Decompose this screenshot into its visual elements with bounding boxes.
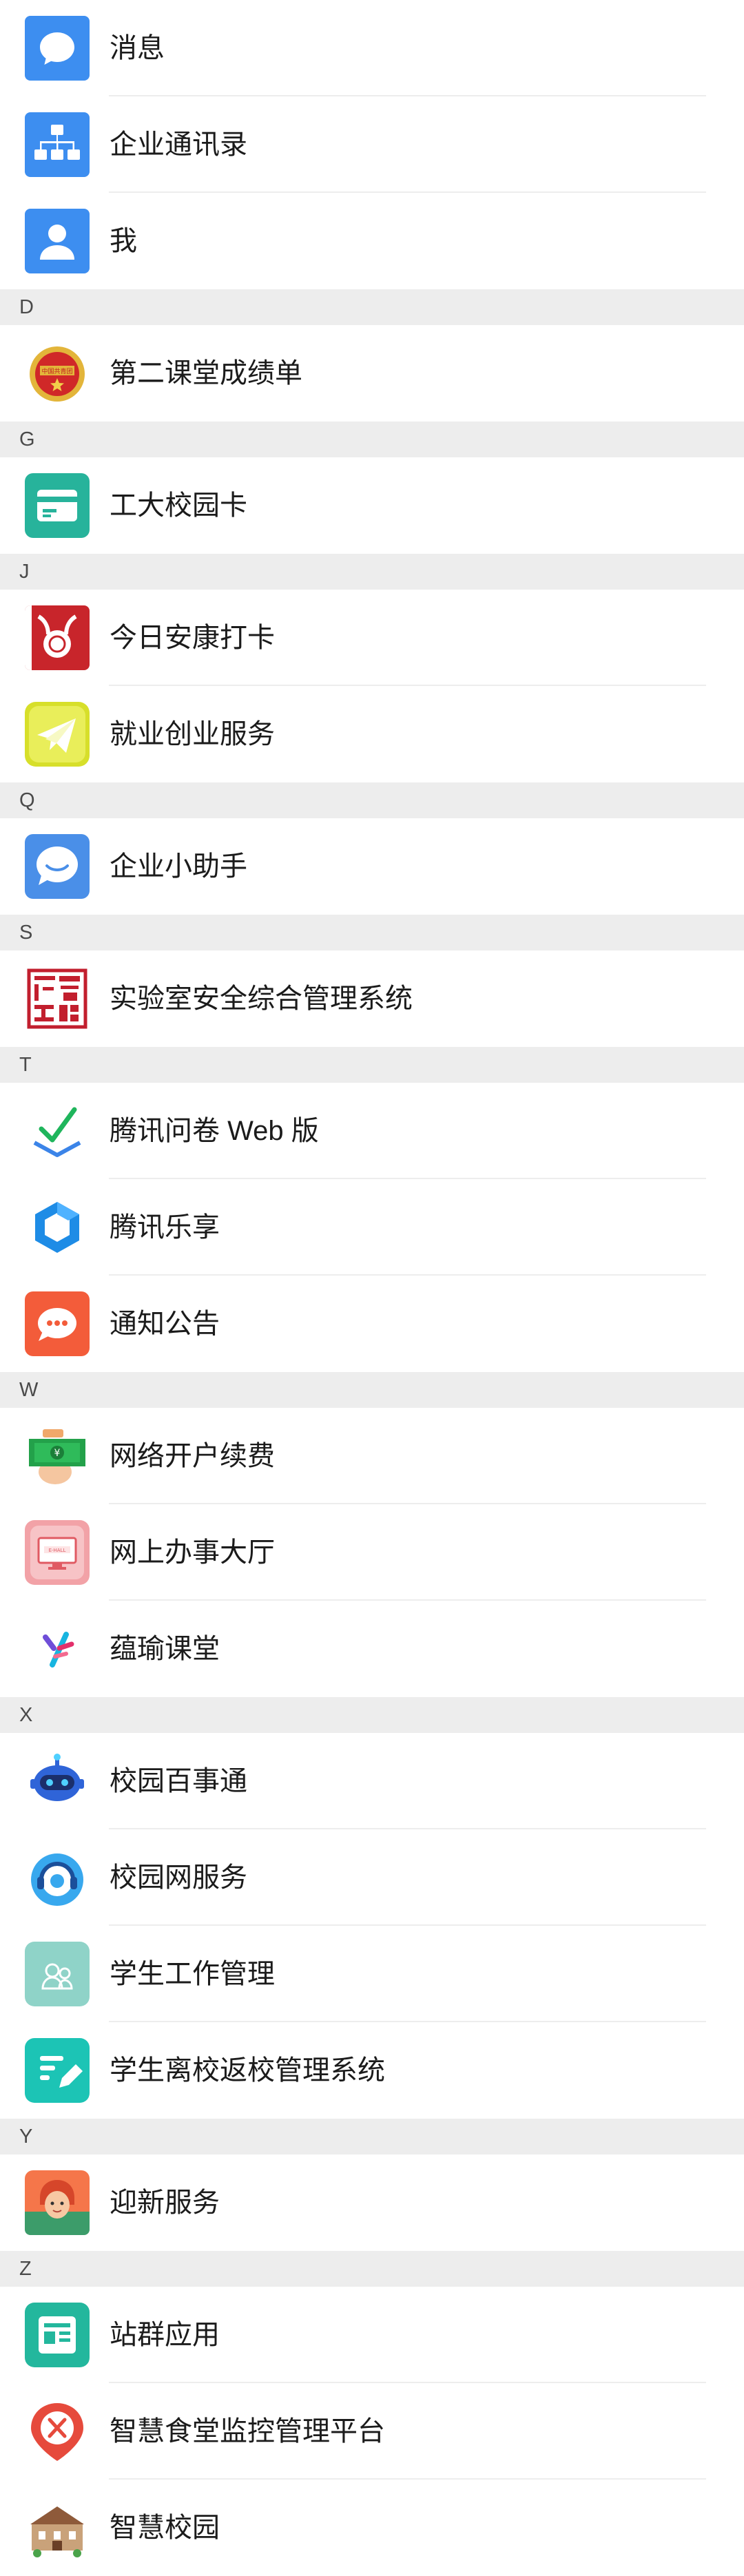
message-icon (25, 16, 90, 81)
canteen-icon (25, 2399, 90, 2464)
app-label: 智慧校园 (110, 2513, 220, 2543)
app-list-item[interactable]: 腾讯问卷 Web 版 (0, 1083, 744, 1179)
section-header: Y (0, 2119, 744, 2154)
svg-text:E-HALL: E-HALL (49, 1548, 66, 1553)
campus-card-icon (25, 473, 90, 538)
app-label: 今日安康打卡 (110, 623, 275, 653)
app-label: 我 (110, 226, 137, 256)
app-label: 第二课堂成绩单 (110, 358, 302, 388)
app-list-item[interactable]: 迎新服务 (0, 2154, 744, 2251)
app-label: 学生离校返校管理系统 (110, 2055, 385, 2086)
app-label: 通知公告 (110, 1309, 220, 1339)
section-header: Q (0, 782, 744, 818)
health-checkin-icon (25, 605, 90, 670)
app-list-item[interactable]: 智慧食堂监控管理平台 (0, 2383, 744, 2480)
app-label: 校园百事通 (110, 1766, 247, 1796)
app-list-item[interactable]: 智慧校园 (0, 2480, 744, 2576)
app-list-item[interactable]: ¥ 网络开户续费 (0, 1408, 744, 1504)
app-label: 学生工作管理 (110, 1959, 275, 1989)
svg-text:¥: ¥ (54, 1448, 61, 1459)
app-label: 企业通讯录 (110, 129, 247, 160)
app-list-item[interactable]: 中国共青团 第二课堂成绩单 (0, 325, 744, 422)
section-header: X (0, 1697, 744, 1733)
announcement-bubble-icon (25, 1291, 90, 1356)
yunyu-logo-icon (25, 1617, 90, 1681)
section-header: G (0, 422, 744, 457)
section-header: Z (0, 2251, 744, 2287)
app-list-item[interactable]: 蕴瑜课堂 (0, 1601, 744, 1697)
app-list-item[interactable]: 今日安康打卡 (0, 590, 744, 686)
app-label: 迎新服务 (110, 2188, 220, 2218)
app-list-item[interactable]: 我 (0, 193, 744, 289)
app-list-item[interactable]: 学生工作管理 (0, 1926, 744, 2022)
payment-cash-icon: ¥ (25, 1424, 90, 1488)
app-label: 就业创业服务 (110, 719, 275, 749)
assistant-bubble-icon (25, 834, 90, 899)
app-list-item[interactable]: 校园网服务 (0, 1829, 744, 1926)
app-label: 企业小助手 (110, 851, 247, 882)
app-list-item[interactable]: 站群应用 (0, 2287, 744, 2383)
lexiang-hexagon-icon (25, 1195, 90, 1260)
app-list-item[interactable]: 校园百事通 (0, 1733, 744, 1829)
app-label: 智慧食堂监控管理平台 (110, 2416, 385, 2447)
app-label: 腾讯乐享 (110, 1212, 220, 1243)
user-icon (25, 209, 90, 273)
svg-text:中国共青团: 中国共青团 (41, 367, 72, 375)
app-label: 蕴瑜课堂 (110, 1634, 220, 1664)
section-header: J (0, 554, 744, 590)
app-label: 网络开户续费 (110, 1441, 275, 1471)
student-work-icon (25, 1942, 90, 2006)
app-label: 网上办事大厅 (110, 1537, 275, 1568)
section-header: T (0, 1047, 744, 1083)
lab-seal-icon (25, 966, 90, 1031)
app-list-item[interactable]: 通知公告 (0, 1276, 744, 1372)
app-list-item[interactable]: 企业小助手 (0, 818, 744, 915)
app-list: 消息企业通讯录我 D 中国共青团 第二课堂成绩单 G 工大校园卡 J 今日安康打卡 就业创业服务… (0, 0, 744, 2576)
section-header: D (0, 289, 744, 325)
app-label: 腾讯问卷 Web 版 (110, 1116, 319, 1146)
section-header: S (0, 915, 744, 951)
app-list-item[interactable]: 消息 (0, 0, 744, 96)
section-header: W (0, 1372, 744, 1408)
robot-icon (25, 1749, 90, 1814)
smart-campus-icon (25, 2495, 90, 2560)
app-label: 校园网服务 (110, 1862, 247, 1893)
app-label: 实验室安全综合管理系统 (110, 984, 413, 1014)
welcome-avatar-icon (25, 2170, 90, 2235)
org-chart-icon (25, 112, 90, 177)
app-label: 工大校园卡 (110, 490, 247, 521)
online-hall-icon: E-HALL (25, 1520, 90, 1585)
app-label: 消息 (110, 33, 165, 63)
app-list-item[interactable]: 企业通讯录 (0, 96, 744, 193)
form-edit-icon (25, 2038, 90, 2103)
app-list-item[interactable]: 就业创业服务 (0, 686, 744, 782)
app-list-item[interactable]: E-HALL 网上办事大厅 (0, 1504, 744, 1601)
app-list-item[interactable]: 工大校园卡 (0, 457, 744, 554)
headset-icon (25, 1845, 90, 1910)
app-list-item[interactable]: 实验室安全综合管理系统 (0, 951, 744, 1047)
survey-check-icon (25, 1099, 90, 1163)
app-label: 站群应用 (110, 2320, 220, 2350)
app-list-item[interactable]: 腾讯乐享 (0, 1179, 744, 1276)
paper-plane-icon (25, 702, 90, 767)
site-group-icon (25, 2303, 90, 2367)
app-list-item[interactable]: 学生离校返校管理系统 (0, 2022, 744, 2119)
youth-league-badge-icon: 中国共青团 (25, 341, 90, 406)
